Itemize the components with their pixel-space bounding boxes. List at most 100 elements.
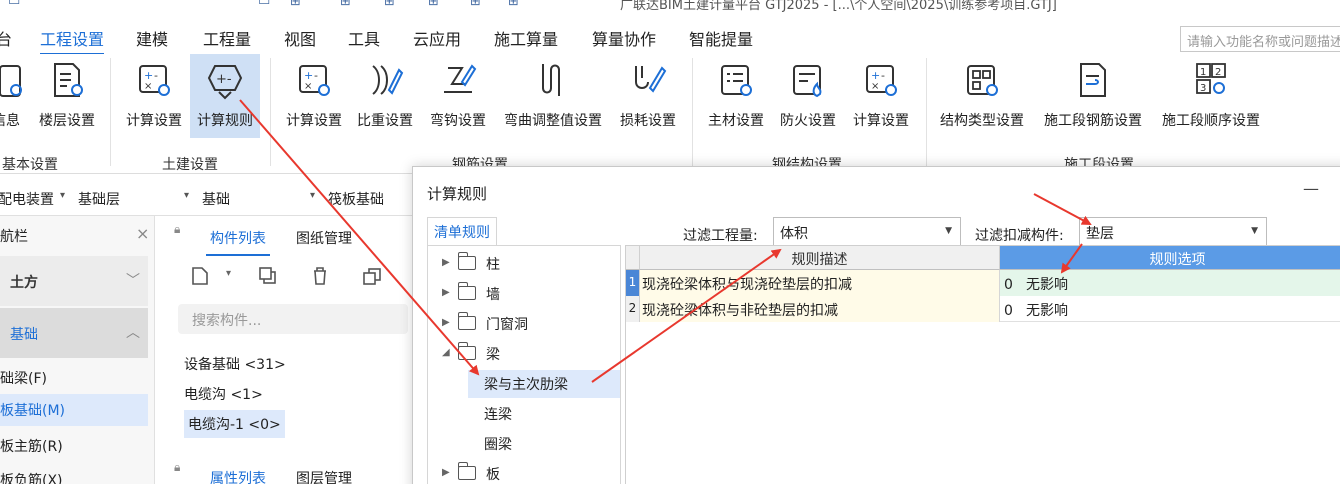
dropdown-arrow-icon[interactable]: ▾ xyxy=(226,268,231,279)
lock-icon[interactable]: 🔒︎ xyxy=(174,222,180,237)
info-button[interactable]: 信息 xyxy=(0,54,24,138)
tab-platform[interactable]: 台 xyxy=(0,26,12,50)
filter-member-label: 过滤扣减构件: xyxy=(975,228,1064,244)
filter-member-select[interactable]: 垫层 ▼ xyxy=(1079,217,1267,247)
tab-property-list[interactable]: 属性列表 xyxy=(210,468,266,484)
minimize-button[interactable]: — xyxy=(1303,179,1319,198)
chevron-up-icon: ︿ xyxy=(126,325,140,341)
component-item-selected[interactable]: 电缆沟-1 <0> xyxy=(184,410,285,438)
floor-select-member[interactable]: 筏板基础 xyxy=(328,189,384,209)
quick-tool-icon[interactable]: ⊞ xyxy=(470,0,481,9)
component-item[interactable]: 电缆沟 <1> xyxy=(184,384,263,404)
civil-calc-settings-button[interactable]: + - × 计算设置 xyxy=(120,54,188,138)
floor-select-type[interactable]: 基础 xyxy=(202,189,230,209)
expand-arrow-icon[interactable]: ▶ xyxy=(442,257,450,268)
close-icon[interactable]: × xyxy=(136,224,149,243)
component-item[interactable]: 设备基础 <31> xyxy=(184,354,286,374)
nav-item-raft-main-rebar[interactable]: 板主筋(R) xyxy=(0,430,148,462)
loss-settings-button[interactable]: 损耗设置 xyxy=(614,54,682,138)
dropdown-arrow-icon[interactable]: ▾ xyxy=(60,190,65,201)
quick-tool-icon[interactable]: ⊞ xyxy=(384,0,395,9)
ribbon: 信息 楼层设置 +-× 计算设置 +- 计算规则 +-× 计算设置 比重设置 弯… xyxy=(0,54,1340,174)
tree-node-coupling-beam[interactable]: 连梁 xyxy=(428,400,620,428)
rebar-calc-settings-button[interactable]: + - × 计算设置 xyxy=(280,54,348,138)
tab-collaboration[interactable]: 算量协作 xyxy=(592,26,656,50)
dropdown-arrow-icon[interactable]: ▾ xyxy=(310,190,315,201)
delete-icon[interactable] xyxy=(308,264,332,288)
new-component-icon[interactable] xyxy=(188,264,212,288)
tab-modeling[interactable]: 建模 xyxy=(136,26,168,50)
quick-save-icon[interactable]: ▭ xyxy=(8,0,20,9)
layer-copy-icon[interactable] xyxy=(360,264,384,288)
collapse-arrow-icon[interactable]: ◢ xyxy=(442,347,450,358)
tab-project-settings[interactable]: 工程设置 xyxy=(40,26,105,56)
lock-icon[interactable]: 🔒︎ xyxy=(174,460,180,475)
rule-option-cell[interactable]: 0 无影响 xyxy=(1000,270,1340,296)
calc-rule-dialog: 计算规则 — 清单规则 过滤工程量: 体积 ▼ 过滤扣减构件: 垫层 ▼ ▶ 柱… xyxy=(412,166,1340,484)
table-row[interactable]: 2 现浇砼梁体积与非砼垫层的扣减 0 无影响 xyxy=(626,296,1340,322)
hook-settings-button[interactable]: 弯钩设置 xyxy=(424,54,492,138)
floor-settings-button[interactable]: 楼层设置 xyxy=(32,54,102,138)
nav-category-earthwork[interactable]: 土方 ﹀ xyxy=(0,256,148,306)
function-search-input[interactable]: 请输入功能名称或问题描述 xyxy=(1180,26,1340,52)
tab-view[interactable]: 视图 xyxy=(284,26,316,50)
svg-text:+-: +- xyxy=(216,72,232,87)
tab-layer-management[interactable]: 图层管理 xyxy=(296,468,352,484)
nav-category-foundation[interactable]: 基础 ︿ xyxy=(0,308,148,358)
quick-new-icon[interactable]: ▭ xyxy=(258,0,270,9)
loss-settings-icon xyxy=(635,66,667,93)
quick-tool-icon[interactable]: ⊞ xyxy=(428,0,439,9)
expand-arrow-icon[interactable]: ▶ xyxy=(442,467,450,478)
nav-item-foundation-beam[interactable]: 础梁(F) xyxy=(0,362,148,394)
calc-rule-icon: +- xyxy=(207,65,243,100)
tab-cloud[interactable]: 云应用 xyxy=(413,26,461,50)
filter-quantity-label: 过滤工程量: xyxy=(683,228,758,244)
nav-item-raft-neg-rebar[interactable]: 板负筋(X) xyxy=(0,464,148,484)
tree-node-beam-rib-selected[interactable]: 梁与主次肋梁 xyxy=(468,370,620,398)
filter-quantity-select[interactable]: 体积 ▼ xyxy=(773,217,961,247)
tree-node-wall[interactable]: ▶ 墙 xyxy=(428,280,620,308)
steel-calc-settings-button[interactable]: + - × 计算设置 xyxy=(846,54,916,138)
tab-construction-qty[interactable]: 施工算量 xyxy=(494,26,558,50)
group-label-basic: 基本设置 xyxy=(2,157,58,173)
quick-tool-icon[interactable]: ⊞ xyxy=(340,0,351,9)
expand-arrow-icon[interactable]: ▶ xyxy=(442,287,450,298)
quick-open-icon[interactable]: ⊞ xyxy=(290,0,301,9)
dropdown-arrow-icon[interactable]: ▾ xyxy=(184,190,189,201)
copy-icon[interactable] xyxy=(256,264,280,288)
tree-node-column[interactable]: ▶ 柱 xyxy=(428,250,620,278)
tree-node-ring-beam[interactable]: 圈梁 xyxy=(428,430,620,458)
rule-option-cell[interactable]: 0 无影响 xyxy=(1000,296,1340,322)
nav-item-raft-foundation[interactable]: 板基础(M) xyxy=(0,394,148,426)
window-title: 广联达BIM土建计量平台 GTJ2025 - [...\个人空间\2025\训练… xyxy=(620,0,1057,12)
quick-tool-icon[interactable]: ⊞ xyxy=(508,0,519,9)
bend-adjust-button[interactable]: 弯曲调整值设置 xyxy=(496,54,610,138)
main-material-button[interactable]: 主材设置 xyxy=(702,54,770,138)
weight-settings-button[interactable]: 比重设置 xyxy=(352,54,418,138)
tab-component-list[interactable]: 构件列表 xyxy=(206,228,270,256)
segment-order-button[interactable]: 123 施工段顺序设置 xyxy=(1154,54,1268,138)
fireproof-button[interactable]: 防火设置 xyxy=(774,54,842,138)
expand-arrow-icon[interactable]: ▶ xyxy=(442,317,450,328)
rule-tree: ▶ 柱 ▶ 墙 ▶ 门窗洞 ◢ 梁 梁与主次肋梁 连梁 圈梁 ▶ 板 xyxy=(427,245,621,484)
info-icon xyxy=(0,65,22,97)
chevron-down-icon: ﹀ xyxy=(126,273,140,289)
tree-node-slab[interactable]: ▶ 板 xyxy=(428,460,620,484)
tab-smart-extract[interactable]: 智能提量 xyxy=(689,26,753,50)
tab-quantity[interactable]: 工程量 xyxy=(203,26,251,50)
segment-rebar-button[interactable]: 施工段钢筋设置 xyxy=(1036,54,1150,138)
tab-tools[interactable]: 工具 xyxy=(348,26,380,50)
rule-description: 现浇砼梁体积与现浇砼垫层的扣减 xyxy=(640,270,1000,296)
floor-select-level[interactable]: 基础层 xyxy=(78,189,120,209)
structure-type-button[interactable]: 结构类型设置 xyxy=(934,54,1030,138)
calc-rule-button[interactable]: +- 计算规则 xyxy=(190,54,260,138)
rule-description: 现浇砼梁体积与非砼垫层的扣减 xyxy=(640,296,1000,322)
tab-drawing-management[interactable]: 图纸管理 xyxy=(296,228,352,248)
main-material-icon xyxy=(721,65,752,96)
tree-node-door-window[interactable]: ▶ 门窗洞 xyxy=(428,310,620,338)
tab-bill-rules[interactable]: 清单规则 xyxy=(427,217,497,245)
component-search-input[interactable]: 搜索构件... xyxy=(178,304,408,334)
table-row[interactable]: 1 现浇砼梁体积与现浇砼垫层的扣减 0 无影响 xyxy=(626,270,1340,296)
floor-select-category[interactable]: 配电装置 xyxy=(0,189,54,209)
tree-node-beam[interactable]: ◢ 梁 xyxy=(428,340,620,368)
